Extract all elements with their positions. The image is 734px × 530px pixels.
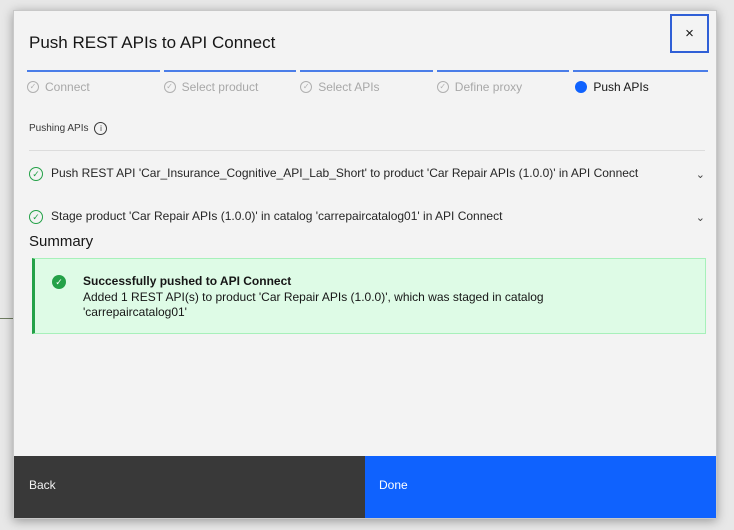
step-label: Select product <box>181 80 259 94</box>
pushing-apis-heading: Pushing APIs i <box>29 122 108 135</box>
checkmark-icon: ✓ <box>300 81 313 93</box>
success-check-icon: ✓ <box>29 210 43 224</box>
close-button[interactable]: × <box>670 14 709 53</box>
backdrop-divider <box>0 318 14 319</box>
notification-body: Added 1 REST API(s) to product 'Car Repa… <box>83 290 544 319</box>
task-text: Stage product 'Car Repair APIs (1.0.0)' … <box>51 209 503 223</box>
checkmark-icon: ✓ <box>27 81 39 93</box>
modal-title: Push REST APIs to API Connect <box>29 33 276 52</box>
step-label: Push APIs <box>593 80 649 94</box>
step-push-apis: Push APIs <box>573 70 708 94</box>
progress-indicator: ✓ Connect ✓ Select product ✓ Select APIs… <box>27 70 708 94</box>
checkmark-filled-icon: ✓ <box>52 275 66 289</box>
push-apis-modal: Push REST APIs to API Connect × ✓ Connec… <box>13 10 717 519</box>
modal-footer: Back Done <box>14 456 716 518</box>
task-row[interactable]: ✓ Push REST API 'Car_Insurance_Cognitive… <box>29 166 709 181</box>
divider <box>29 150 705 151</box>
current-step-icon <box>575 81 588 93</box>
step-select-product: ✓ Select product <box>163 70 297 94</box>
checkmark-icon: ✓ <box>436 81 449 93</box>
task-text: Push REST API 'Car_Insurance_Cognitive_A… <box>51 166 639 180</box>
summary-heading: Summary <box>29 233 94 250</box>
info-icon[interactable]: i <box>94 122 108 135</box>
checkmark-icon: ✓ <box>163 81 176 93</box>
step-label: Select APIs <box>318 80 380 94</box>
chevron-down-icon[interactable]: ⌄ <box>696 168 705 181</box>
step-connect: ✓ Connect <box>27 70 160 94</box>
notification-title: Successfully pushed to API Connect <box>83 274 292 288</box>
step-define-proxy: ✓ Define proxy <box>436 70 570 94</box>
done-button[interactable]: Done <box>365 456 716 518</box>
chevron-down-icon[interactable]: ⌄ <box>696 211 705 224</box>
step-label: Define proxy <box>454 80 523 94</box>
pushing-apis-label: Pushing APIs <box>29 123 89 134</box>
success-check-icon: ✓ <box>29 167 43 181</box>
step-select-apis: ✓ Select APIs <box>300 70 433 94</box>
task-row[interactable]: ✓ Stage product 'Car Repair APIs (1.0.0)… <box>29 209 709 224</box>
step-label: Connect <box>45 80 90 94</box>
back-button[interactable]: Back <box>14 456 365 518</box>
success-notification: ✓ Successfully pushed to API Connect Add… <box>32 258 706 334</box>
